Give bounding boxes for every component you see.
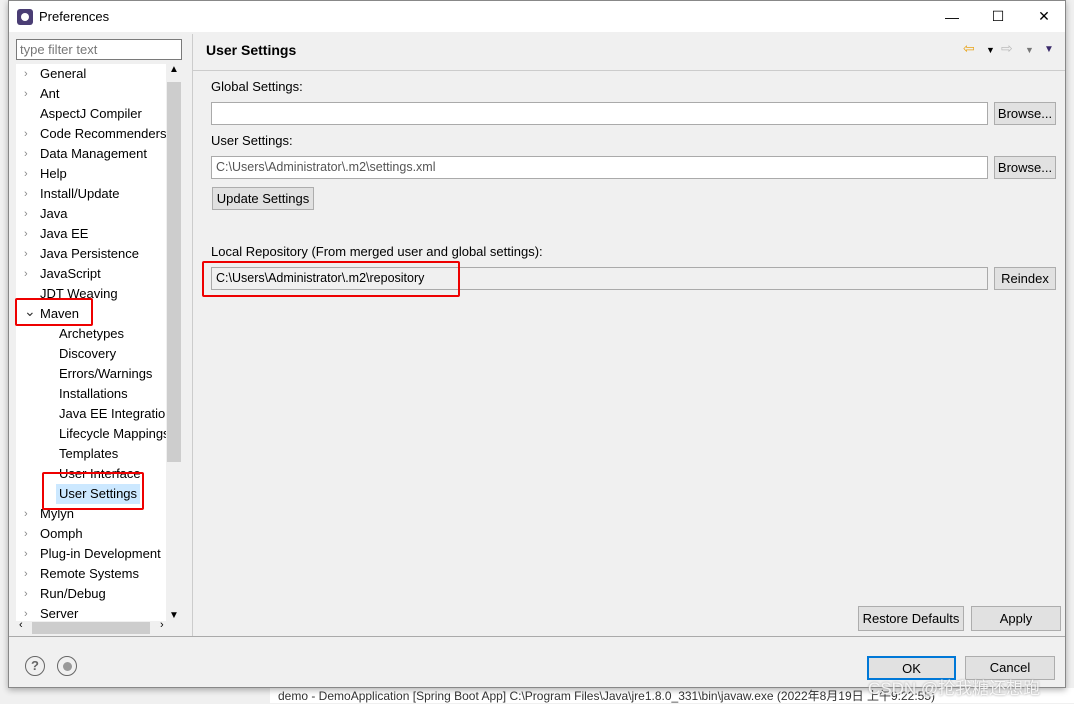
- minimize-button[interactable]: —: [929, 1, 975, 32]
- tree-item-label: Plug-in Development: [40, 546, 161, 561]
- chevron-right-icon[interactable]: ›: [24, 124, 28, 144]
- global-settings-label: Global Settings:: [211, 79, 303, 94]
- chevron-right-icon[interactable]: ›: [24, 84, 28, 104]
- tree-horizontal-scrollbar[interactable]: ‹ ›: [16, 619, 182, 635]
- window-title: Preferences: [39, 9, 110, 24]
- update-settings-button[interactable]: Update Settings: [212, 187, 314, 210]
- eclipse-icon: [17, 8, 33, 25]
- help-icon[interactable]: ?: [25, 656, 45, 676]
- filter-input[interactable]: [16, 39, 182, 60]
- tree-item-label: Java Persistence: [40, 246, 139, 261]
- tree-item-label: User Interface: [59, 466, 141, 481]
- close-button[interactable]: ✕: [1021, 1, 1067, 32]
- back-menu-icon[interactable]: ▼: [986, 45, 995, 55]
- maximize-button[interactable]: ☐: [975, 1, 1021, 32]
- tree-item-label: Java EE: [40, 226, 89, 241]
- browse-global-button[interactable]: Browse...: [994, 102, 1056, 125]
- chevron-right-icon[interactable]: ›: [24, 64, 28, 84]
- scrollbar-thumb[interactable]: [32, 622, 150, 634]
- tree-item-label: Install/Update: [40, 186, 120, 201]
- tree-item-label: Data Management: [40, 146, 147, 161]
- tree-item-label: Errors/Warnings: [59, 366, 153, 381]
- watermark: CSDN @抢我糖还想跑: [868, 679, 1041, 698]
- tree-item-label: Archetypes: [59, 326, 125, 341]
- tree-item-label: JDT Weaving: [40, 286, 118, 301]
- tree-vertical-scrollbar[interactable]: ▲ ▼: [166, 64, 182, 621]
- browse-user-button[interactable]: Browse...: [994, 156, 1056, 179]
- tree-item-label: Lifecycle Mappings: [59, 426, 170, 441]
- chevron-right-icon[interactable]: ›: [24, 184, 28, 204]
- tree-item-label: Templates: [59, 446, 119, 461]
- tree-item-label: Run/Debug: [40, 586, 106, 601]
- tree-item-label: General: [40, 66, 87, 81]
- page-title: User Settings: [206, 42, 297, 58]
- scroll-down-icon[interactable]: ▼: [169, 610, 179, 621]
- reindex-button[interactable]: Reindex: [994, 267, 1056, 290]
- chevron-right-icon[interactable]: ›: [24, 244, 28, 264]
- scroll-up-icon[interactable]: ▲: [169, 64, 179, 75]
- tree-item-label: Ant: [40, 86, 60, 101]
- scroll-left-icon[interactable]: ‹: [19, 619, 23, 631]
- tree-item-label: Installations: [59, 386, 128, 401]
- tree-item-label: Oomph: [40, 526, 83, 541]
- preferences-dialog: Preferences — ☐ ✕ › General › Ant AspectJ Co…: [8, 0, 1066, 688]
- user-settings-input[interactable]: C:\Users\Administrator\.m2\settings.xml: [211, 156, 988, 179]
- settings-page: User Settings ⇦ ▼ ⇨ ▼ ▼ Global Settings:…: [193, 34, 1065, 636]
- tree-item-label: Server: [40, 606, 79, 621]
- scrollbar-thumb[interactable]: [167, 82, 181, 462]
- user-settings-label: User Settings:: [211, 133, 293, 148]
- global-settings-input[interactable]: [211, 102, 988, 125]
- chevron-right-icon[interactable]: ›: [24, 544, 28, 564]
- tree-item-label: Maven: [40, 306, 80, 321]
- tree-item-label: JavaScript: [40, 266, 101, 281]
- forward-menu-icon[interactable]: ▼: [1025, 45, 1034, 55]
- tree-item-label: Mylyn: [40, 506, 74, 521]
- chevron-right-icon[interactable]: ›: [24, 264, 28, 284]
- chevron-right-icon[interactable]: ›: [24, 564, 28, 584]
- title-bar: Preferences — ☐ ✕: [9, 1, 1065, 32]
- chevron-right-icon[interactable]: ›: [24, 504, 28, 524]
- chevron-right-icon[interactable]: ›: [24, 164, 28, 184]
- chevron-down-icon[interactable]: ⌄: [24, 301, 36, 321]
- tree-item-label: Java EE Integration: [59, 406, 173, 421]
- preference-tree: › General › Ant AspectJ Compiler › Code Recomm…: [16, 64, 182, 621]
- forward-arrow-icon[interactable]: ⇨: [1001, 40, 1013, 57]
- local-repository-label: Local Repository (From merged user and g…: [211, 244, 543, 259]
- tree-item-label: Help: [40, 166, 67, 181]
- apply-button[interactable]: Apply: [971, 606, 1061, 631]
- chevron-right-icon[interactable]: ›: [24, 144, 28, 164]
- local-repository-field[interactable]: C:\Users\Administrator\.m2\repository: [211, 267, 988, 290]
- tree-item-label: AspectJ Compiler: [40, 106, 142, 121]
- header-separator: [193, 70, 1065, 71]
- footer-separator: [9, 636, 1065, 637]
- chevron-right-icon[interactable]: ›: [24, 204, 28, 224]
- tree-item-label: Code Recommenders: [40, 126, 167, 141]
- chevron-right-icon[interactable]: ›: [24, 524, 28, 544]
- chevron-right-icon[interactable]: ›: [24, 584, 28, 604]
- tree-item-label: User Settings: [56, 484, 141, 504]
- chevron-right-icon[interactable]: ›: [24, 604, 28, 621]
- tree-item-label: Remote Systems: [40, 566, 139, 581]
- tree-item-label: Discovery: [59, 346, 117, 361]
- import-export-icon[interactable]: [57, 656, 77, 676]
- restore-defaults-button[interactable]: Restore Defaults: [858, 606, 964, 631]
- view-menu-icon[interactable]: ▼: [1044, 44, 1054, 55]
- tree-item-label: Java: [40, 206, 68, 221]
- scroll-right-icon[interactable]: ›: [160, 619, 164, 631]
- chevron-right-icon[interactable]: ›: [24, 224, 28, 244]
- back-arrow-icon[interactable]: ⇦: [963, 40, 975, 57]
